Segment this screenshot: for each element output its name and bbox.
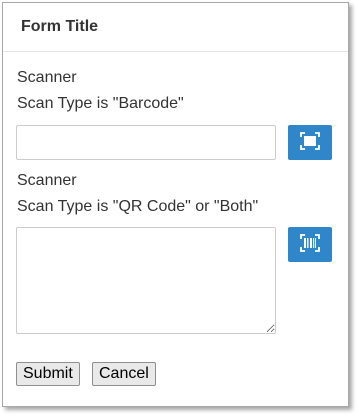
barcode-scan-icon	[300, 132, 320, 153]
form-panel: Form Title Scanner Scan Type is "Barcode…	[2, 2, 349, 407]
barcode-scan-button[interactable]	[288, 125, 332, 160]
submit-button[interactable]: Submit	[16, 362, 80, 386]
scanner-sublabel-1: Scan Type is "Barcode"	[17, 95, 184, 112]
scanner-label-1: Scanner	[17, 69, 77, 86]
cancel-button[interactable]: Cancel	[92, 362, 156, 386]
qr-scan-icon	[300, 234, 320, 255]
qr-textarea[interactable]	[16, 227, 276, 334]
scanner-sublabel-2: Scan Type is "QR Code" or "Both"	[17, 198, 259, 215]
scanner-label-2: Scanner	[17, 172, 77, 189]
qr-scan-button[interactable]	[288, 227, 332, 262]
form-title: Form Title	[21, 18, 99, 35]
barcode-input[interactable]	[16, 125, 276, 160]
form-header: Form Title	[3, 3, 348, 52]
